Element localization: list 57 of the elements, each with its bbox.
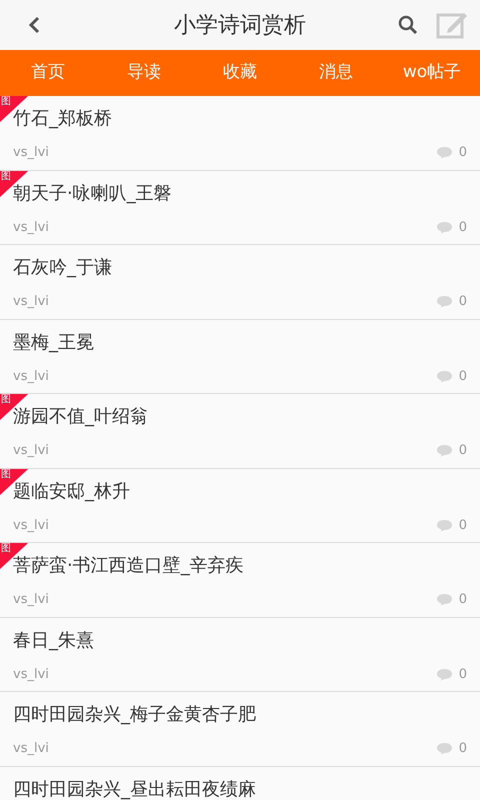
comment-icon bbox=[436, 295, 453, 308]
post-title: 四时田园杂兴_梅子金黄杏子肥 bbox=[13, 703, 257, 727]
comment-count: 0 bbox=[458, 368, 467, 386]
tag-label: 图 bbox=[1, 468, 11, 480]
compose-icon bbox=[436, 11, 468, 39]
post-item[interactable]: 石灰吟_于谦 vs_lvi 0 bbox=[0, 245, 480, 320]
post-item[interactable]: 春日_朱熹 vs_lvi 0 bbox=[0, 618, 480, 692]
comment-count: 0 bbox=[458, 293, 467, 311]
post-author: vs_lvi bbox=[13, 218, 49, 236]
comment-icon bbox=[436, 518, 453, 532]
comment-icon bbox=[436, 220, 453, 234]
search-button[interactable] bbox=[397, 14, 419, 36]
comment-icon bbox=[436, 370, 453, 383]
post-author: vs_lvi bbox=[13, 144, 49, 162]
comment-count: 0 bbox=[458, 666, 467, 684]
back-icon bbox=[27, 15, 41, 35]
post-title: 题临安邸_林升 bbox=[13, 480, 131, 504]
comment-count: 0 bbox=[458, 218, 467, 236]
post-author: vs_lvi bbox=[13, 516, 49, 534]
post-title: 墨梅_王冕 bbox=[13, 330, 95, 354]
post-title: 四时田园杂兴_昼出耘田夜绩麻 bbox=[13, 778, 257, 800]
post-item[interactable]: 四时田园杂兴_昼出耘田夜绩麻 bbox=[0, 766, 480, 800]
comment-count: 0 bbox=[458, 740, 467, 758]
post-author: vs_lvi bbox=[13, 666, 49, 684]
post-item[interactable]: 图 题临安邸_林升 vs_lvi 0 bbox=[0, 468, 480, 543]
comment-icon bbox=[436, 742, 453, 756]
comment-count: 0 bbox=[458, 442, 467, 460]
post-author: vs_lvi bbox=[13, 591, 49, 609]
comment-icon bbox=[436, 593, 453, 606]
post-item[interactable]: 图 菩萨蛮·书江西造口壁_辛弃疾 vs_lvi 0 bbox=[0, 543, 480, 618]
comment-icon bbox=[436, 146, 453, 160]
post-title: 菩萨蛮·书江西造口壁_辛弃疾 bbox=[13, 554, 245, 578]
comment-count: 0 bbox=[458, 591, 467, 609]
post-title: 石灰吟_于谦 bbox=[13, 256, 113, 280]
tag-label: 图 bbox=[1, 96, 11, 108]
tag-label: 图 bbox=[1, 543, 11, 555]
post-author: vs_lvi bbox=[13, 368, 49, 386]
comment-count: 0 bbox=[458, 516, 467, 534]
post-title: 朝天子·咏喇叭_王磐 bbox=[13, 182, 173, 206]
comment-count: 0 bbox=[458, 144, 467, 162]
comment-icon bbox=[436, 668, 453, 681]
tag-label: 图 bbox=[1, 394, 11, 406]
post-item[interactable]: 墨梅_王冕 vs_lvi 0 bbox=[0, 320, 480, 394]
search-icon bbox=[398, 15, 418, 35]
post-item[interactable]: 四时田园杂兴_梅子金黄杏子肥 vs_lvi 0 bbox=[0, 692, 480, 766]
post-author: vs_lvi bbox=[13, 293, 49, 311]
post-title: 游园不值_叶绍翁 bbox=[13, 405, 149, 429]
post-author: vs_lvi bbox=[13, 442, 49, 460]
post-title: 竹石_郑板桥 bbox=[13, 107, 113, 131]
post-item[interactable]: 图 朝天子·咏喇叭_王磐 vs_lvi 0 bbox=[0, 170, 480, 245]
page-title: 小学诗词赏析 bbox=[174, 12, 306, 40]
post-title: 春日_朱熹 bbox=[13, 628, 95, 652]
post-item[interactable]: 图 竹石_郑板桥 vs_lvi 0 bbox=[0, 96, 480, 170]
tag-label: 图 bbox=[1, 170, 11, 182]
post-author: vs_lvi bbox=[13, 740, 49, 758]
post-item[interactable]: 图 游园不值_叶绍翁 vs_lvi 0 bbox=[0, 394, 480, 468]
comment-icon bbox=[436, 444, 453, 458]
